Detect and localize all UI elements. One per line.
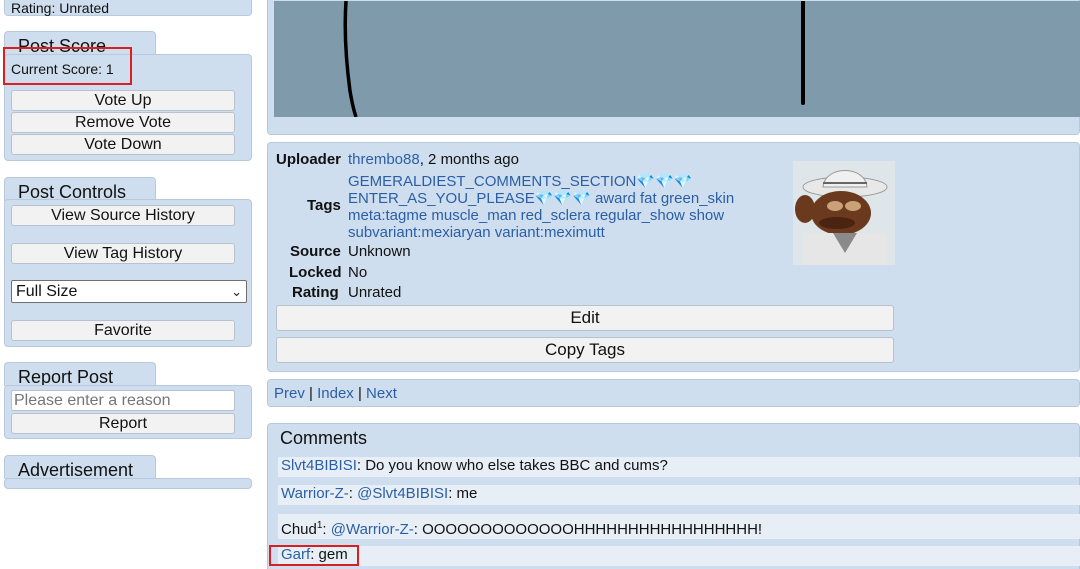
report-button[interactable]: Report (11, 413, 235, 434)
favorite-button[interactable]: Favorite (11, 320, 235, 341)
tag-link[interactable]: variant:meximutt (495, 224, 605, 241)
next-link[interactable]: Next (366, 385, 397, 402)
post-image[interactable] (274, 1, 1080, 117)
rating-text: Rating: Unrated (11, 0, 110, 16)
advertisement-tab: Advertisement (4, 455, 156, 480)
tag-link[interactable]: muscle_man (431, 207, 516, 224)
source-value: Unknown (348, 243, 411, 260)
copy-tags-button[interactable]: Copy Tags (276, 337, 894, 363)
comments-panel: Comments Slvt4BIBISI: Do you know who el… (267, 423, 1080, 569)
tag-link[interactable]: meta:tagme (348, 207, 427, 224)
comment-item: Warrior-Z-: @Slvt4BIBISI: me (278, 485, 1080, 505)
post-controls-box: View Source History View Tag History Ful… (4, 199, 252, 347)
tag-list: GEMERALDIEST_COMMENTS_SECTION💎💎💎 ENTER_A… (348, 173, 758, 241)
comment-separator: : (322, 521, 331, 538)
advertisement-title: Advertisement (18, 460, 134, 480)
advertisement-box (4, 478, 252, 489)
rating-section: Rating: Unrated (4, 0, 252, 16)
vote-up-button[interactable]: Vote Up (11, 90, 235, 111)
comment-item: Slvt4BIBISI: Do you know who else takes … (278, 457, 1080, 477)
post-navigation: Prev | Index | Next (267, 379, 1080, 407)
uploader-label: Uploader (276, 151, 342, 168)
uploader-time: , 2 months ago (419, 151, 519, 168)
image-size-select[interactable]: Full Size ⌄ (11, 280, 247, 303)
comment-author: Chud (281, 521, 317, 538)
comment-text: : me (448, 485, 478, 502)
locked-value: No (348, 264, 368, 281)
comment-author-link[interactable]: Slvt4BIBISI (281, 457, 357, 474)
rating-label: Rating (292, 284, 339, 301)
tag-link[interactable]: ENTER_AS_YOU_PLEASE💎💎💎 (348, 190, 591, 207)
remove-vote-button[interactable]: Remove Vote (11, 112, 235, 133)
view-source-history-button[interactable]: View Source History (11, 205, 235, 226)
tags-label: Tags (307, 197, 341, 214)
report-reason-input[interactable]: Please enter a reason (11, 390, 235, 411)
locked-label: Locked (289, 264, 342, 281)
report-post-title: Report Post (18, 367, 114, 387)
comment-mention-link[interactable]: @Warrior-Z- (331, 521, 414, 538)
comment-text: : Do you know who else takes BBC and cum… (356, 457, 668, 474)
comment-mention-link[interactable]: @Slvt4BIBISI (357, 485, 448, 502)
view-tag-history-button[interactable]: View Tag History (11, 243, 235, 264)
tag-link[interactable]: subvariant:mexiaryan (348, 224, 491, 241)
nav-links: Prev | Index | Next (274, 385, 397, 403)
comments-title: Comments (280, 428, 368, 448)
comment-highlight-box (269, 545, 359, 566)
score-highlight-box (3, 47, 132, 85)
tag-link[interactable]: fat (640, 190, 657, 207)
tag-link[interactable]: show (689, 207, 724, 224)
chevron-down-icon: ⌄ (231, 284, 242, 299)
post-controls-tab: Post Controls (4, 177, 156, 202)
comment-text: : OOOOOOOOOOOOOHHHHHHHHHHHHHHHHH! (413, 521, 763, 538)
nav-separator: | (309, 385, 313, 402)
edit-button[interactable]: Edit (276, 305, 894, 331)
tag-link[interactable]: green_skin (661, 190, 734, 207)
comment-separator: : (348, 485, 358, 502)
avatar-image (793, 161, 895, 265)
tag-link[interactable]: GEMERALDIEST_COMMENTS_SECTION💎💎💎 (348, 173, 692, 190)
nav-separator: | (357, 385, 362, 402)
vote-down-button[interactable]: Vote Down (11, 134, 235, 155)
uploader-link[interactable]: thrembo88 (348, 151, 420, 168)
tag-link[interactable]: red_sclera (521, 207, 591, 224)
report-post-tab: Report Post (4, 362, 156, 387)
tag-link[interactable]: award (595, 190, 636, 207)
tag-link[interactable]: regular_show (595, 207, 685, 224)
comment-item: Garf: gem (278, 546, 1080, 566)
index-link[interactable]: Index (317, 385, 354, 402)
comment-item: Chud1: @Warrior-Z-: OOOOOOOOOOOOOHHHHHHH… (278, 514, 1080, 539)
post-image-frame (267, 0, 1080, 135)
uploader-value: thrembo88, 2 months ago (348, 151, 519, 169)
main-content: Uploader thrembo88, 2 months ago Tags GE… (267, 0, 1080, 569)
image-size-value: Full Size (16, 283, 78, 300)
uploader-avatar (793, 161, 895, 265)
post-info-panel: Uploader thrembo88, 2 months ago Tags GE… (267, 142, 1080, 372)
source-label: Source (290, 243, 341, 260)
report-post-box: Please enter a reason Report (4, 385, 252, 439)
prev-link[interactable]: Prev (274, 385, 305, 402)
sidebar: Rating: Unrated Post Score Current Score… (0, 0, 256, 569)
comment-author-link[interactable]: Warrior-Z- (281, 485, 349, 502)
rating-value: Unrated (348, 284, 402, 301)
post-image-drawing (343, 1, 805, 117)
